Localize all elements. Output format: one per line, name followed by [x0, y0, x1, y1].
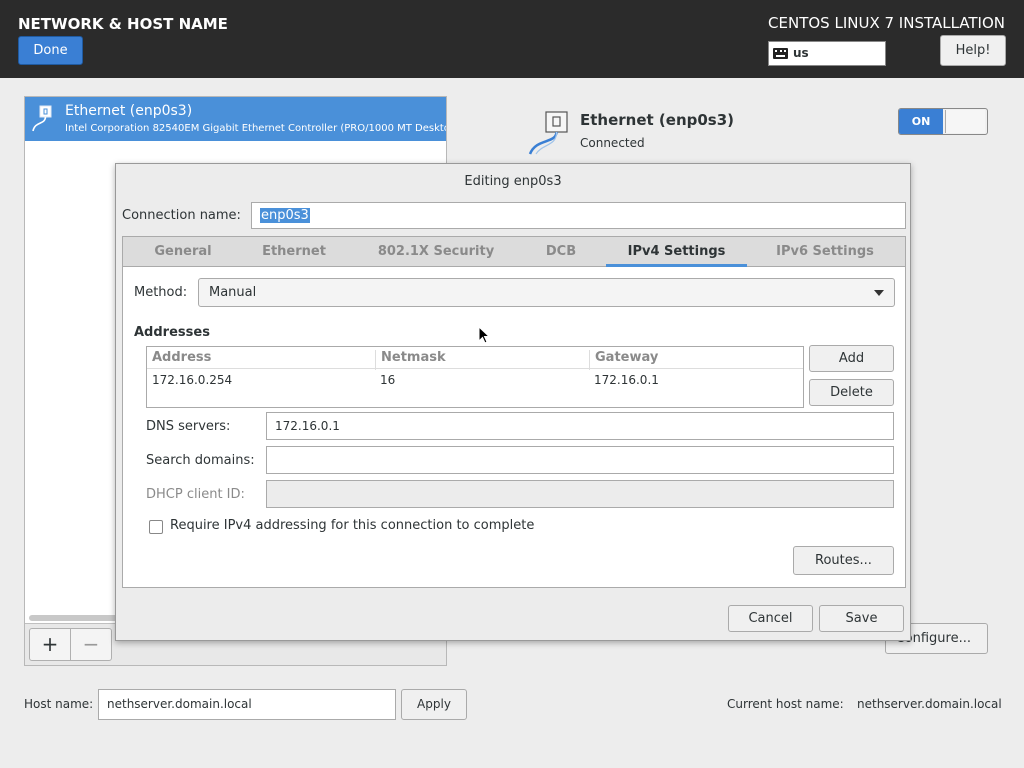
- delete-address-button[interactable]: Delete: [809, 379, 894, 406]
- dhcp-client-id-input: [266, 480, 894, 508]
- device-item-enp0s3[interactable]: Ethernet (enp0s3) Intel Corporation 8254…: [25, 97, 446, 141]
- add-device-button[interactable]: +: [29, 628, 71, 661]
- method-label: Method:: [134, 285, 188, 300]
- keyboard-layout-indicator[interactable]: us: [768, 41, 886, 66]
- connection-name-input[interactable]: enp0s3: [251, 202, 906, 229]
- current-host-name-value: nethserver.domain.local: [857, 697, 1002, 711]
- mouse-pointer-icon: [478, 326, 490, 344]
- chevron-down-icon: [874, 290, 884, 296]
- dns-servers-input[interactable]: 172.16.0.1: [266, 412, 894, 440]
- cell-netmask[interactable]: 16: [375, 373, 395, 387]
- tab-bar: General Ethernet 802.1X Security DCB IPv…: [123, 237, 905, 267]
- connection-name-value: enp0s3: [260, 208, 310, 223]
- current-host-name-label: Current host name:: [727, 697, 844, 711]
- cancel-button[interactable]: Cancel: [728, 605, 813, 632]
- remove-device-button[interactable]: −: [70, 628, 112, 661]
- method-dropdown[interactable]: Manual: [198, 278, 895, 307]
- apply-button[interactable]: Apply: [401, 689, 467, 720]
- edit-connection-dialog: Editing enp0s3 Connection name: enp0s3 G…: [115, 163, 911, 641]
- search-domains-input[interactable]: [266, 446, 894, 474]
- device-description: Intel Corporation 82540EM Gigabit Ethern…: [65, 123, 446, 134]
- device-name: Ethernet (enp0s3): [65, 103, 193, 119]
- tab-8021x-security[interactable]: 802.1X Security: [366, 237, 506, 267]
- page-title: NETWORK & HOST NAME: [18, 15, 228, 33]
- tab-ipv6-settings[interactable]: IPv6 Settings: [759, 237, 891, 267]
- column-header-netmask[interactable]: Netmask: [375, 350, 589, 370]
- settings-notebook: General Ethernet 802.1X Security DCB IPv…: [122, 236, 906, 588]
- dns-servers-label: DNS servers:: [146, 419, 231, 434]
- tab-ethernet[interactable]: Ethernet: [243, 237, 345, 267]
- tab-dcb[interactable]: DCB: [527, 237, 595, 267]
- host-name-input[interactable]: nethserver.domain.local: [98, 689, 396, 720]
- tab-general[interactable]: General: [131, 237, 235, 267]
- toggle-knob: [945, 110, 985, 133]
- cell-address[interactable]: 172.16.0.254: [147, 373, 232, 387]
- dialog-title: Editing enp0s3: [464, 174, 562, 189]
- top-header: NETWORK & HOST NAME Done CENTOS LINUX 7 …: [0, 0, 1024, 78]
- routes-button[interactable]: Routes...: [793, 546, 894, 575]
- dhcp-client-id-label: DHCP client ID:: [146, 487, 245, 502]
- ethernet-icon: [32, 105, 52, 132]
- detail-device-name: Ethernet (enp0s3): [580, 111, 735, 129]
- help-button[interactable]: Help!: [940, 35, 1006, 66]
- addresses-heading: Addresses: [134, 325, 210, 340]
- add-address-button[interactable]: Add: [809, 345, 894, 372]
- product-title: CENTOS LINUX 7 INSTALLATION: [768, 14, 1005, 32]
- save-button[interactable]: Save: [819, 605, 904, 632]
- require-ipv4-checkbox[interactable]: [149, 520, 163, 534]
- list-scrollbar[interactable]: [29, 615, 129, 621]
- connection-toggle[interactable]: ON: [898, 108, 988, 135]
- tab-ipv4-settings[interactable]: IPv4 Settings: [606, 237, 747, 267]
- connection-name-label: Connection name:: [122, 208, 241, 223]
- host-name-label: Host name:: [24, 697, 94, 711]
- addresses-table-header: Address Netmask Gateway: [147, 347, 803, 370]
- ethernet-detail-icon: [528, 111, 568, 155]
- cell-gateway[interactable]: 172.16.0.1: [589, 373, 659, 387]
- toggle-on-label: ON: [899, 109, 943, 134]
- require-ipv4-label[interactable]: Require IPv4 addressing for this connect…: [170, 518, 534, 533]
- search-domains-label: Search domains:: [146, 453, 255, 468]
- column-header-address[interactable]: Address: [147, 350, 375, 370]
- addresses-table[interactable]: Address Netmask Gateway 172.16.0.254 16 …: [146, 346, 804, 408]
- connection-status: Connected: [580, 136, 645, 150]
- keyboard-layout-label: us: [793, 46, 809, 60]
- method-value: Manual: [209, 285, 257, 300]
- keyboard-icon: [773, 48, 788, 59]
- column-header-gateway[interactable]: Gateway: [589, 350, 803, 370]
- done-button[interactable]: Done: [18, 36, 83, 65]
